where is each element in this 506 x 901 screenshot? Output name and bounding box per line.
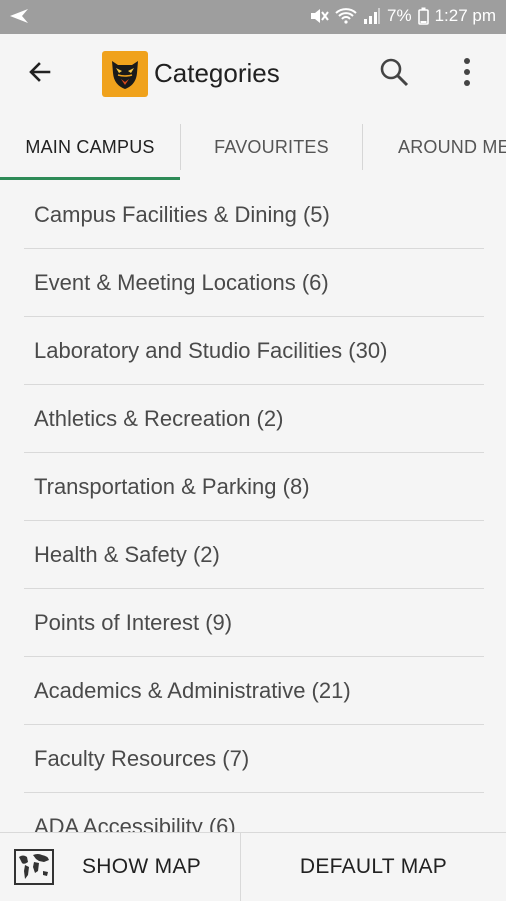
tab-label: AROUND ME (398, 136, 506, 157)
category-label: Athletics & Recreation (2) (34, 405, 284, 431)
battery-icon (417, 7, 429, 25)
category-label: Transportation & Parking (8) (34, 473, 310, 499)
arrow-back-icon (27, 59, 53, 90)
tab-label: FAVOURITES (214, 136, 329, 157)
app-bar: Categories (0, 34, 506, 114)
tab-main-campus[interactable]: MAIN CAMPUS (0, 114, 180, 180)
list-item[interactable]: ADA Accessibility (6) (24, 793, 484, 833)
back-button[interactable] (22, 56, 58, 92)
more-vert-icon (463, 57, 471, 92)
list-item[interactable]: Laboratory and Studio Facilities (30) (24, 317, 484, 385)
search-icon (379, 57, 409, 92)
list-item[interactable]: Campus Facilities & Dining (5) (24, 181, 484, 249)
category-label: ADA Accessibility (6) (34, 813, 236, 833)
clock-time: 1:27 pm (434, 6, 496, 25)
category-label: Points of Interest (9) (34, 609, 233, 635)
tab-around-me[interactable]: AROUND ME (363, 114, 506, 180)
default-map-label: DEFAULT MAP (299, 855, 448, 878)
status-icons: 7% 1:27 pm (309, 6, 496, 26)
tab-label: MAIN CAMPUS (25, 136, 155, 157)
list-item[interactable]: Event & Meeting Locations (6) (24, 249, 484, 317)
default-map-button[interactable]: DEFAULT MAP (241, 833, 506, 901)
signal-icon (363, 7, 381, 25)
list-item[interactable]: Health & Safety (2) (24, 521, 484, 589)
battery-percent: 7% (386, 6, 412, 25)
send-icon (8, 6, 30, 31)
active-tab-indicator (0, 177, 180, 180)
category-label: Campus Facilities & Dining (5) (34, 201, 330, 227)
mute-icon (309, 7, 329, 25)
list-item[interactable]: Transportation & Parking (8) (24, 453, 484, 521)
category-list: Campus Facilities & Dining (5) Event & M… (0, 181, 506, 832)
overflow-menu-button[interactable] (452, 56, 482, 92)
category-label: Event & Meeting Locations (6) (34, 269, 329, 295)
search-button[interactable] (376, 56, 412, 92)
list-item[interactable]: Academics & Administrative (21) (24, 657, 484, 725)
category-label: Laboratory and Studio Facilities (30) (34, 337, 388, 363)
bottom-bar: SHOW MAP DEFAULT MAP (0, 832, 506, 901)
tab-bar: MAIN CAMPUS FAVOURITES AROUND ME (0, 114, 506, 180)
category-label: Faculty Resources (7) (34, 745, 250, 771)
wifi-icon (335, 7, 357, 25)
category-label: Academics & Administrative (21) (34, 677, 351, 703)
list-item[interactable]: Athletics & Recreation (2) (24, 385, 484, 453)
list-item[interactable]: Faculty Resources (7) (24, 725, 484, 793)
jaguar-logo-icon (102, 51, 148, 97)
show-map-button[interactable]: SHOW MAP (0, 833, 240, 901)
status-bar: 7% 1:27 pm (0, 0, 506, 34)
world-map-icon (14, 849, 54, 885)
show-map-label: SHOW MAP (82, 855, 202, 878)
category-label: Health & Safety (2) (34, 541, 220, 567)
list-item[interactable]: Points of Interest (9) (24, 589, 484, 657)
page-title: Categories (154, 58, 280, 88)
tab-favourites[interactable]: FAVOURITES (181, 114, 362, 180)
